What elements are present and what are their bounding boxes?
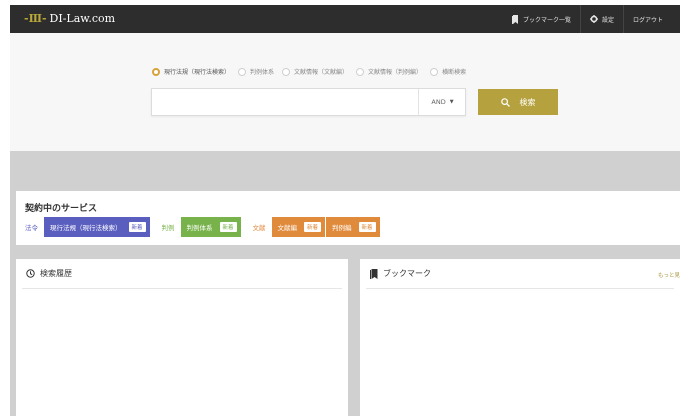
services-row: 法令 現行法規（現行法検索） 新着 判例 判例体系 新着 文献 文献編 新着 判例編新…: [25, 217, 380, 237]
category-label-cases: 判例: [161, 224, 175, 232]
search-button[interactable]: 検索: [478, 89, 558, 115]
search-mode-label: 文献情報（文献編）: [294, 69, 349, 76]
service-current-law[interactable]: 現行法規（現行法検索） 新着: [44, 217, 150, 237]
search-input[interactable]: [152, 89, 422, 117]
services-title: 契約中のサービス: [25, 204, 98, 214]
service-label: 判例体系: [186, 224, 213, 232]
search-mode-label: 判例体系: [250, 69, 275, 76]
bookmark-icon: [370, 268, 378, 279]
category-label-literature: 文献: [252, 224, 266, 232]
logo[interactable]: -Ⅲ- DI-Law.com: [24, 12, 115, 25]
logo-text: DI-Law.com: [49, 12, 116, 25]
search-button-label: 検索: [519, 97, 536, 107]
gear-icon: [589, 15, 598, 23]
service-label: 現行法規（現行法検索）: [50, 224, 122, 232]
nav-settings-label: 設定: [601, 16, 614, 24]
search-history-panel: 検索履歴: [16, 259, 348, 416]
divider: [366, 288, 674, 289]
search-mode-group: 現行法規（現行法検索） 判例体系 文献情報（文献編） 文献情報（判例編） 横断検…: [152, 67, 474, 76]
search-history-header: 検索履歴: [26, 268, 72, 279]
search-icon: [500, 97, 510, 107]
clock-icon: [26, 269, 35, 278]
radio-dot: [430, 67, 439, 76]
contracted-services: 契約中のサービス 法令 現行法規（現行法検索） 新着 判例 判例体系 新着 文献 文…: [16, 191, 680, 245]
divider: [22, 288, 342, 289]
search-mode-current-law[interactable]: 現行法規（現行法検索）: [152, 67, 230, 76]
radio-dot: [152, 67, 160, 76]
bookmark-header: ブックマーク: [370, 268, 431, 279]
new-badge: 新着: [219, 222, 237, 232]
operator-value: AND: [431, 98, 446, 106]
new-badge: 新着: [128, 222, 146, 232]
caret-down-icon: ▼: [449, 99, 454, 105]
nav-settings[interactable]: 設定: [579, 5, 623, 33]
new-badge: 新着: [304, 222, 322, 232]
top-bar: -Ⅲ- DI-Law.com ブックマーク一覧 設定 ログアウト: [10, 5, 680, 33]
service-case-system[interactable]: 判例体系 新着: [180, 217, 241, 237]
top-nav: ブックマーク一覧 設定 ログアウト: [503, 5, 672, 33]
nav-logout-label: ログアウト: [632, 16, 663, 24]
service-literature[interactable]: 文献編 新着: [271, 217, 326, 237]
search-mode-cross[interactable]: 横断検索: [430, 67, 466, 76]
nav-bookmark-list[interactable]: ブックマーク一覧: [503, 5, 580, 33]
nav-logout[interactable]: ログアウト: [622, 5, 672, 33]
operator-select[interactable]: AND ▼: [418, 89, 466, 115]
radio-dot: [356, 67, 365, 76]
bookmark-title: ブックマーク: [383, 269, 431, 278]
search-history-title: 検索履歴: [40, 269, 72, 278]
search-mode-label: 文献情報（判例編）: [368, 69, 423, 76]
category-label-law: 法令: [25, 224, 38, 232]
bookmark-more-link[interactable]: もっと見: [658, 271, 680, 279]
new-badge: 新着: [358, 222, 376, 232]
search-mode-literature[interactable]: 文献情報（文献編）: [282, 67, 348, 76]
service-literature-cases[interactable]: 判例編 新着: [326, 217, 380, 237]
radio-dot: [282, 67, 291, 76]
search-panel: 現行法規（現行法検索） 判例体系 文献情報（文献編） 文献情報（判例編） 横断検…: [10, 33, 680, 151]
nav-bookmark-list-label: ブックマーク一覧: [522, 16, 571, 24]
search-box: AND ▼: [151, 88, 466, 117]
radio-dot: [238, 67, 247, 76]
search-mode-case-system[interactable]: 判例体系: [238, 67, 274, 76]
search-mode-literature-cases[interactable]: 文献情報（判例編）: [356, 67, 422, 76]
app-window: -Ⅲ- DI-Law.com ブックマーク一覧 設定 ログアウト 現行法規（現行法…: [10, 5, 680, 416]
logo-mark-icon: -Ⅲ-: [24, 12, 47, 25]
bookmark-icon: [511, 14, 518, 24]
service-label: 文献編: [277, 224, 298, 232]
search-mode-label: 現行法規（現行法検索）: [164, 69, 231, 76]
service-label: 判例編: [332, 224, 352, 232]
search-mode-label: 横断検索: [442, 69, 467, 76]
bookmark-panel: ブックマーク もっと見: [360, 259, 680, 416]
